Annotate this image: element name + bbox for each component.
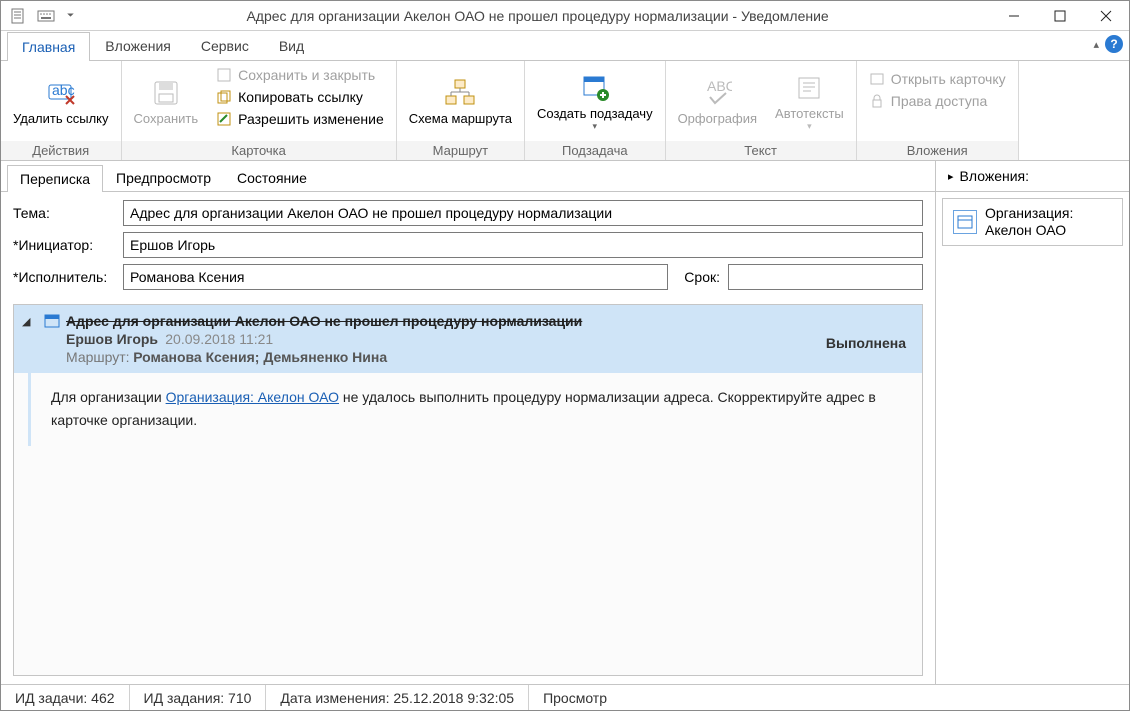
status-task-id: ИД задачи: 462 (1, 685, 130, 710)
ribbon-group-subtask: Создать подзадачу ▾ Подзадача (525, 61, 666, 160)
spellcheck-icon: ABC (701, 77, 733, 109)
collapse-triangle-icon[interactable]: ◢ (22, 315, 30, 328)
copy-link-button[interactable]: Копировать ссылку (212, 87, 388, 107)
minimize-button[interactable] (991, 1, 1037, 31)
spellcheck-button: ABC Орфография (670, 63, 765, 141)
title-bar: ⏷ Адрес для организации Акелон ОАО не пр… (1, 1, 1129, 31)
allow-edit-icon (216, 111, 232, 127)
dropdown-arrow-icon: ▾ (807, 121, 812, 132)
deadline-input[interactable] (728, 264, 923, 290)
window-title: Адрес для организации Акелон ОАО не прош… (84, 8, 991, 24)
thread-panel: ◢ Адрес для организации Акелон ОАО не пр… (13, 304, 923, 676)
task-icon (44, 313, 60, 332)
executor-input[interactable] (123, 264, 668, 290)
thread-route: Маршрут: Романова Ксения; Демьяненко Нин… (66, 349, 910, 365)
tab-attachments[interactable]: Вложения (90, 31, 186, 60)
open-card-icon (869, 71, 885, 87)
save-icon (150, 77, 182, 109)
allow-edit-button[interactable]: Разрешить изменение (212, 109, 388, 129)
status-assignment-id: ИД задания: 710 (130, 685, 267, 710)
attachments-panel-header[interactable]: ▸ Вложения: (935, 161, 1129, 191)
status-modified: Дата изменения: 25.12.2018 9:32:05 (266, 685, 529, 710)
quick-access-toolbar: ⏷ (1, 5, 84, 27)
ribbon-group-text: ABC Орфография Автотексты ▾ Текст (666, 61, 857, 160)
attachment-card-icon (953, 210, 977, 234)
maximize-button[interactable] (1037, 1, 1083, 31)
autotext-icon (793, 72, 825, 104)
thread-author: Ершов Игорь (66, 331, 158, 347)
subject-input[interactable] (123, 200, 923, 226)
attachments-panel: Организация: Акелон ОАО (935, 192, 1129, 684)
attachment-item[interactable]: Организация: Акелон ОАО (942, 198, 1123, 246)
initiator-input[interactable] (123, 232, 923, 258)
keyboard-icon[interactable] (35, 5, 57, 27)
document-icon[interactable] (7, 5, 29, 27)
ribbon: abc Удалить ссылку Действия Сохранить Со… (1, 61, 1129, 161)
ribbon-group-actions: abc Удалить ссылку Действия (1, 61, 122, 160)
thread-status: Выполнена (826, 335, 906, 351)
subject-label: Тема: (13, 205, 115, 221)
qat-dropdown-icon[interactable]: ⏷ (63, 10, 78, 21)
close-button[interactable] (1083, 1, 1129, 31)
thread-body: Для организации Организация: Акелон ОАО … (28, 373, 922, 446)
copy-link-icon (216, 89, 232, 105)
left-pane: Тема: *Инициатор: *Исполнитель: Срок: ◢ (1, 192, 935, 684)
app-window: ⏷ Адрес для организации Акелон ОАО не пр… (0, 0, 1130, 711)
help-icon[interactable]: ? (1105, 35, 1123, 53)
ribbon-group-attachments: Открыть карточку Права доступа Вложения (857, 61, 1019, 160)
save-button: Сохранить (126, 63, 207, 141)
thread-timestamp: 20.09.2018 11:21 (165, 331, 273, 347)
thread-title: Адрес для организации Акелон ОАО не прош… (66, 313, 910, 329)
main-area: Тема: *Инициатор: *Исполнитель: Срок: ◢ (1, 192, 1129, 684)
access-rights-button: Права доступа (865, 91, 1010, 111)
thread-header[interactable]: ◢ Адрес для организации Акелон ОАО не пр… (14, 305, 922, 373)
ribbon-group-card: Сохранить Сохранить и закрыть Копировать… (122, 61, 397, 160)
chevron-right-icon: ▸ (948, 170, 954, 183)
tab-view[interactable]: Вид (264, 31, 319, 60)
route-scheme-icon (444, 77, 476, 109)
content-tabs: Переписка Предпросмотр Состояние (1, 161, 935, 191)
initiator-label: *Инициатор: (13, 237, 115, 253)
deadline-label: Срок: (684, 269, 720, 285)
tab-correspondence[interactable]: Переписка (7, 165, 103, 192)
ribbon-tabs: Главная Вложения Сервис Вид ▴ ? (1, 31, 1129, 61)
open-card-button: Открыть карточку (865, 69, 1010, 89)
tab-main[interactable]: Главная (7, 32, 90, 61)
route-scheme-button[interactable]: Схема маршрута (401, 63, 520, 141)
lock-icon (869, 93, 885, 109)
tab-state[interactable]: Состояние (224, 164, 320, 191)
content-tabs-row: Переписка Предпросмотр Состояние ▸ Вложе… (1, 161, 1129, 192)
window-controls (991, 1, 1129, 31)
ribbon-group-route: Схема маршрута Маршрут (397, 61, 525, 160)
save-close-button: Сохранить и закрыть (212, 65, 388, 85)
svg-text:ABC: ABC (707, 79, 732, 94)
tab-service[interactable]: Сервис (186, 31, 264, 60)
create-subtask-icon (579, 72, 611, 104)
thread-meta: Ершов Игорь 20.09.2018 11:21 (66, 331, 910, 347)
form: Тема: *Инициатор: *Исполнитель: Срок: (1, 192, 935, 304)
ribbon-help-area: ▴ ? (1093, 35, 1123, 53)
executor-label: *Исполнитель: (13, 269, 115, 285)
save-close-icon (216, 67, 232, 83)
create-subtask-button[interactable]: Создать подзадачу ▾ (529, 63, 661, 141)
dropdown-arrow-icon: ▾ (593, 121, 598, 132)
tab-preview[interactable]: Предпросмотр (103, 164, 224, 191)
svg-text:abc: abc (52, 82, 75, 98)
status-bar: ИД задачи: 462 ИД задания: 710 Дата изме… (1, 684, 1129, 710)
status-mode: Просмотр (529, 685, 621, 710)
attachment-label: Организация: Акелон ОАО (985, 205, 1073, 239)
autotext-button: Автотексты ▾ (767, 63, 852, 141)
organization-link[interactable]: Организация: Акелон ОАО (166, 389, 339, 405)
delete-link-button[interactable]: abc Удалить ссылку (5, 63, 117, 141)
collapse-ribbon-icon[interactable]: ▴ (1093, 38, 1099, 51)
delete-link-icon: abc (45, 77, 77, 109)
